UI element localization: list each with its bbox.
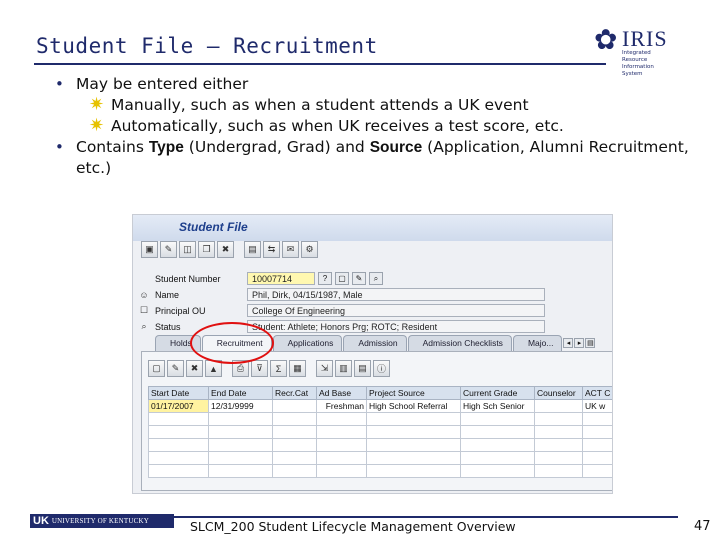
- recruitment-panel: ▢ ✎ ✖ ▲ ⎙ ⊽ Σ ▦ ⇲ ▥ ▤ ⓘ Start Date End D…: [141, 351, 612, 491]
- sap-toolbar: ▣ ✎ ◫ ❐ ✖ ▤ ⇆ ✉ ⚙: [141, 241, 318, 263]
- overview-icon[interactable]: ▤: [244, 241, 261, 258]
- column-header[interactable]: Ad Base: [316, 386, 367, 400]
- delete-row-icon[interactable]: ✖: [186, 360, 203, 377]
- new-row-icon[interactable]: ▢: [148, 360, 165, 377]
- export-icon[interactable]: ⇲: [316, 360, 333, 377]
- footer-course-title: SLCM_200 Student Lifecycle Management Ov…: [190, 519, 516, 534]
- uk-logo: UK UNIVERSITY OF KENTUCKY: [30, 514, 174, 528]
- table-cell[interactable]: UK w: [582, 399, 612, 413]
- column-header[interactable]: Recr.Cat: [272, 386, 317, 400]
- layout-icon[interactable]: ▦: [289, 360, 306, 377]
- bullet-text-mid: (Undergrad, Grad) and: [183, 138, 370, 156]
- tab-scroll-left-icon[interactable]: ◂: [563, 338, 574, 348]
- notes-icon[interactable]: ✉: [282, 241, 299, 258]
- tab-admission-checklists[interactable]: Admission Checklists: [407, 335, 512, 351]
- iris-flower-icon: ✿: [594, 23, 618, 56]
- delete-icon[interactable]: ✖: [217, 241, 234, 258]
- graphic-icon[interactable]: ▥: [335, 360, 352, 377]
- page-number: 47: [694, 519, 711, 534]
- status-search-icon[interactable]: ⌕: [137, 321, 151, 333]
- table-cell[interactable]: High Sch Senior: [460, 399, 535, 413]
- principal-ou-field: College Of Engineering: [247, 304, 545, 317]
- sum-icon[interactable]: Σ: [270, 360, 287, 377]
- filter-icon[interactable]: ⊽: [251, 360, 268, 377]
- status-field: Student: Athlete; Honors Prg; ROTC; Resi…: [247, 320, 545, 333]
- table-cell[interactable]: [534, 399, 583, 413]
- name-label: Name: [155, 289, 180, 300]
- change-icon[interactable]: ✎: [160, 241, 177, 258]
- recruitment-tab-highlight: [190, 322, 274, 364]
- bullet-list: • May be entered either ✷ Manually, such…: [55, 74, 695, 179]
- bullet-source-keyword: Source: [369, 139, 423, 156]
- info-icon[interactable]: ⓘ: [373, 360, 390, 377]
- table-row[interactable]: [148, 438, 612, 452]
- name-row: ☺ Name Phil, Dirk, 04/15/1987, Male: [137, 287, 545, 302]
- tab-list-icon[interactable]: ▤: [585, 338, 596, 348]
- table-cell[interactable]: Freshman: [316, 399, 367, 413]
- column-header[interactable]: End Date: [208, 386, 273, 400]
- edit-row-icon[interactable]: ✎: [167, 360, 184, 377]
- student-number-row: Student Number 10007714 ? ▢ ✎ ⌕: [137, 271, 383, 286]
- relationships-icon[interactable]: ⇆: [263, 241, 280, 258]
- table-row[interactable]: [148, 464, 612, 478]
- sub-bullet-manual: ✷ Manually, such as when a student atten…: [55, 94, 695, 116]
- settings-icon[interactable]: ⚙: [301, 241, 318, 258]
- bullet-entry-methods: • May be entered either: [55, 74, 695, 95]
- column-header[interactable]: Current Grade: [460, 386, 535, 400]
- principal-ou-row: ☐ Principal OU College Of Engineering: [137, 303, 545, 318]
- grid-toolbar: ▢ ✎ ✖ ▲ ⎙ ⊽ Σ ▦ ⇲ ▥ ▤ ⓘ: [148, 360, 390, 377]
- slide-title: Student File – Recruitment: [36, 34, 378, 58]
- bullet-dot-icon: •: [55, 75, 64, 93]
- student-number-label: Student Number: [155, 273, 221, 284]
- table-row[interactable]: [148, 412, 612, 426]
- iris-logo-word: IRIS: [622, 26, 668, 51]
- bullet-type-source: • Contains Type (Undergrad, Grad) and So…: [55, 137, 695, 179]
- sub-bullet-text: Manually, such as when a student attends…: [111, 96, 529, 114]
- tab-applications[interactable]: Applications: [272, 335, 343, 351]
- column-header[interactable]: Start Date: [148, 386, 209, 400]
- name-field: Phil, Dirk, 04/15/1987, Male: [247, 288, 545, 301]
- star-bullet-icon: ✷: [89, 115, 105, 136]
- tab-admission[interactable]: Admission: [343, 335, 407, 351]
- bullet-dot-icon: •: [55, 138, 64, 156]
- title-underline: [34, 63, 606, 65]
- document-icon[interactable]: ▢: [335, 272, 349, 285]
- bullet-text: May be entered either: [76, 75, 249, 93]
- sub-bullet-text: Automatically, such as when UK receives …: [111, 117, 564, 135]
- bullet-type-keyword: Type: [148, 139, 184, 156]
- bullet-text-pre: Contains: [76, 138, 149, 156]
- iris-logo: ✿ IRIS Integrated Resource Information S…: [592, 23, 672, 78]
- uk-logo-mark: UK: [33, 515, 49, 527]
- sub-bullet-automatic: ✷ Automatically, such as when UK receive…: [55, 115, 695, 137]
- recruitment-table: Start Date End Date Recr.Cat Ad Base Pro…: [148, 386, 612, 478]
- principal-ou-label: Principal OU: [155, 305, 206, 316]
- table-cell[interactable]: [272, 399, 317, 413]
- copy-icon[interactable]: ❐: [198, 241, 215, 258]
- table-cell[interactable]: 01/17/2007: [148, 399, 209, 413]
- table-cell[interactable]: 12/31/9999: [208, 399, 273, 413]
- search-icon[interactable]: ⌕: [369, 272, 383, 285]
- details-icon[interactable]: ▤: [354, 360, 371, 377]
- table-header-row: Start Date End Date Recr.Cat Ad Base Pro…: [148, 386, 612, 400]
- uk-logo-text: UNIVERSITY OF KENTUCKY: [51, 517, 149, 525]
- column-header[interactable]: Project Source: [366, 386, 461, 400]
- column-header[interactable]: Counselor: [534, 386, 583, 400]
- edit-icon[interactable]: ✎: [352, 272, 366, 285]
- tab-majors[interactable]: Majo...: [512, 335, 563, 351]
- display-icon[interactable]: ◫: [179, 241, 196, 258]
- table-row[interactable]: [148, 451, 612, 465]
- table-row[interactable]: [148, 425, 612, 439]
- help-icon[interactable]: ?: [318, 272, 332, 285]
- table-cell[interactable]: High School Referral: [366, 399, 461, 413]
- create-icon[interactable]: ▣: [141, 241, 158, 258]
- person-icon: ☺: [139, 289, 149, 300]
- column-header[interactable]: ACT C: [582, 386, 612, 400]
- footer-rule: [174, 516, 678, 518]
- checkbox-icon: ☐: [139, 305, 149, 315]
- table-row[interactable]: 01/17/2007 12/31/9999 Freshman High Scho…: [148, 399, 612, 413]
- tab-scroll-right-icon[interactable]: ▸: [574, 338, 585, 348]
- sap-window-title: Student File: [133, 215, 612, 241]
- student-number-field[interactable]: 10007714: [247, 272, 315, 285]
- star-bullet-icon: ✷: [89, 94, 105, 115]
